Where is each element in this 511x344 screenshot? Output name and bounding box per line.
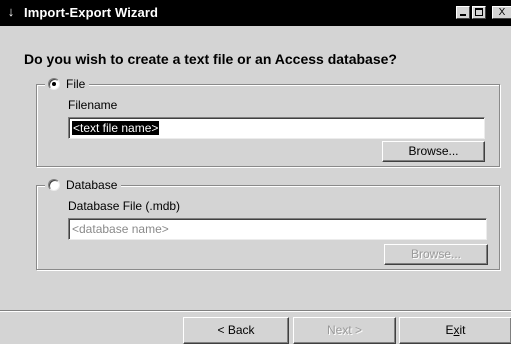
browse-database-button[interactable]: Browse... [384, 244, 488, 265]
import-export-wizard-window: ↓ Import-Export Wizard X Do you wish to … [0, 0, 511, 344]
title-bar[interactable]: ↓ Import-Export Wizard X [0, 0, 511, 26]
minimize-button[interactable] [456, 6, 470, 19]
exit-label-prefix: E [445, 323, 454, 337]
database-radio-button[interactable] [48, 179, 60, 191]
filename-input[interactable]: <text file name> [68, 117, 485, 139]
maximize-button[interactable] [472, 6, 486, 19]
close-icon: X [498, 7, 506, 18]
filename-input-value: <text file name> [72, 121, 160, 135]
minimize-icon [460, 14, 466, 16]
down-arrow-icon: ↓ [7, 4, 15, 19]
close-button[interactable]: X [492, 6, 511, 19]
wizard-question: Do you wish to create a text file or an … [24, 51, 397, 67]
file-radio-option[interactable]: File [45, 76, 90, 92]
browse-file-button[interactable]: Browse... [382, 141, 485, 162]
file-radio-button[interactable] [48, 78, 60, 90]
window-title: Import-Export Wizard [24, 5, 159, 20]
database-file-placeholder: <database name> [72, 222, 169, 236]
database-radio-option[interactable]: Database [45, 177, 122, 193]
back-button[interactable]: < Back [183, 317, 289, 344]
exit-label-suffix: it [459, 323, 466, 337]
filename-label: Filename [68, 98, 118, 112]
next-button[interactable]: Next > [293, 317, 396, 344]
maximize-icon [475, 8, 483, 16]
database-file-input[interactable]: <database name> [68, 218, 487, 240]
database-radio-label: Database [66, 178, 118, 192]
file-radio-label: File [66, 77, 86, 91]
database-file-label: Database File (.mdb) [68, 199, 181, 213]
exit-button[interactable]: Exit [399, 317, 511, 344]
